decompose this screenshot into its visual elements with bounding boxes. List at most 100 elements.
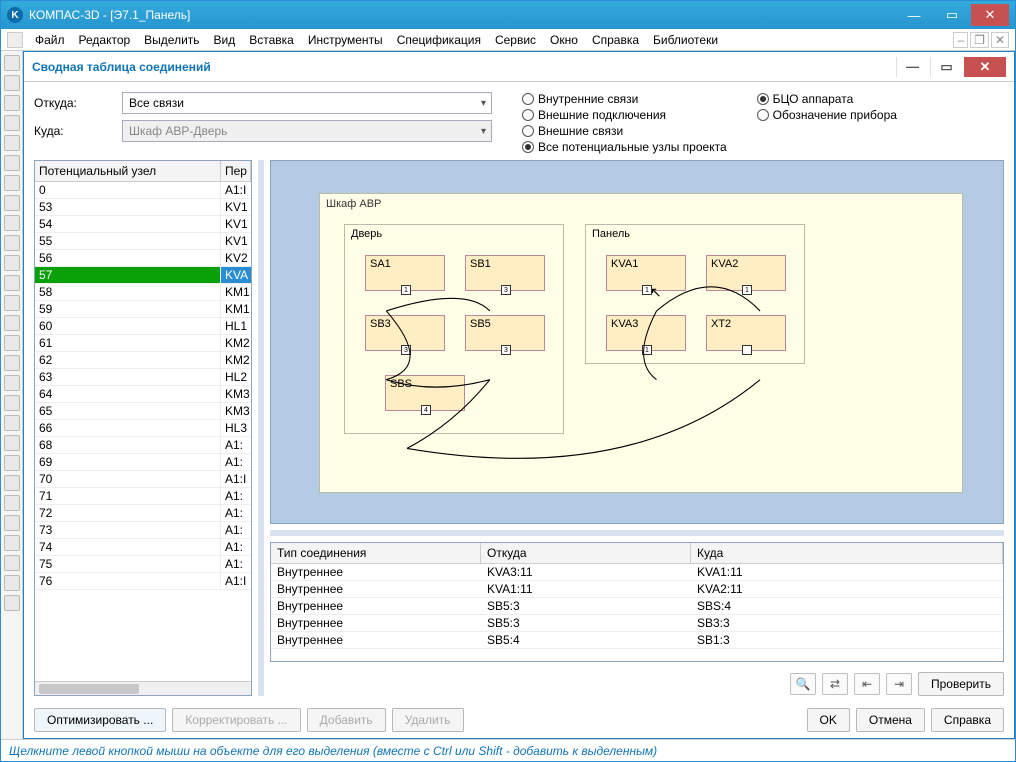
tool-icon[interactable] xyxy=(4,455,20,471)
menu-libs[interactable]: Библиотеки xyxy=(647,31,724,49)
from-combo[interactable]: Все связи xyxy=(122,92,492,114)
mdi-restore-icon[interactable]: ❐ xyxy=(970,32,989,48)
mdi-min-icon[interactable]: – xyxy=(953,32,968,48)
device[interactable]: SB33 xyxy=(365,315,445,351)
table-row[interactable]: 0A1:I xyxy=(35,182,251,199)
table-row[interactable]: 57KVA xyxy=(35,267,251,284)
conn-row[interactable]: ВнутреннееKVA1:11KVA2:11 xyxy=(271,581,1003,598)
menu-file[interactable]: Файл xyxy=(29,31,71,49)
table-row[interactable]: 61KM2 xyxy=(35,335,251,352)
radio-device-designation[interactable] xyxy=(757,109,769,121)
table-row[interactable]: 74A1: xyxy=(35,539,251,556)
radio-internal[interactable] xyxy=(522,93,534,105)
table-scrollbar[interactable] xyxy=(35,681,251,695)
tool-icon[interactable] xyxy=(4,95,20,111)
tool-icon[interactable] xyxy=(4,175,20,191)
indent-right-icon[interactable]: ⇥ xyxy=(886,673,912,695)
close-button[interactable]: ✕ xyxy=(971,4,1009,26)
device[interactable]: KVA31 xyxy=(606,315,686,351)
swap-icon[interactable]: ⇄ xyxy=(822,673,848,695)
tool-icon[interactable] xyxy=(4,395,20,411)
tool-icon[interactable] xyxy=(4,75,20,91)
indent-left-icon[interactable]: ⇤ xyxy=(854,673,880,695)
table-row[interactable]: 76A1:I xyxy=(35,573,251,590)
conn-row[interactable]: ВнутреннееSB5:4SB1:3 xyxy=(271,632,1003,649)
device[interactable]: SB13 xyxy=(465,255,545,291)
tool-icon[interactable] xyxy=(4,275,20,291)
tool-icon[interactable] xyxy=(4,515,20,531)
menu-window[interactable]: Окно xyxy=(544,31,584,49)
tool-icon[interactable] xyxy=(4,135,20,151)
table-row[interactable]: 63HL2 xyxy=(35,369,251,386)
table-row[interactable]: 73A1: xyxy=(35,522,251,539)
menu-insert[interactable]: Вставка xyxy=(243,31,300,49)
tool-icon[interactable] xyxy=(4,475,20,491)
tool-icon[interactable] xyxy=(4,55,20,71)
tool-icon[interactable] xyxy=(4,235,20,251)
mdi-close-icon[interactable]: ✕ xyxy=(991,32,1009,48)
tool-icon[interactable] xyxy=(4,575,20,591)
tool-icon[interactable] xyxy=(4,155,20,171)
radio-external-links[interactable] xyxy=(522,125,534,137)
tool-icon[interactable] xyxy=(4,415,20,431)
table-row[interactable]: 69A1: xyxy=(35,454,251,471)
dialog-maximize-button[interactable]: ▭ xyxy=(930,57,962,77)
tool-icon[interactable] xyxy=(4,115,20,131)
horizontal-splitter[interactable] xyxy=(270,530,1004,536)
device[interactable]: KVA21 xyxy=(706,255,786,291)
cancel-button[interactable]: Отмена xyxy=(856,708,925,732)
device[interactable]: SA11 xyxy=(365,255,445,291)
table-row[interactable]: 60HL1 xyxy=(35,318,251,335)
tool-icon[interactable] xyxy=(4,195,20,211)
check-button[interactable]: Проверить xyxy=(918,672,1004,696)
table-row[interactable]: 53KV1 xyxy=(35,199,251,216)
tool-icon[interactable] xyxy=(4,595,20,611)
table-row[interactable]: 62KM2 xyxy=(35,352,251,369)
tool-icon[interactable] xyxy=(4,295,20,311)
outer-titlebar[interactable]: K КОМПАС-3D - [Э7.1_Панель] — ▭ ✕ xyxy=(1,1,1015,29)
help-button[interactable]: Справка xyxy=(931,708,1004,732)
device[interactable]: SB53 xyxy=(465,315,545,351)
table-row[interactable]: 66HL3 xyxy=(35,420,251,437)
menu-select[interactable]: Выделить xyxy=(138,31,205,49)
vertical-splitter[interactable] xyxy=(258,160,264,696)
table-row[interactable]: 58KM1 xyxy=(35,284,251,301)
device[interactable]: SBS4 xyxy=(385,375,465,411)
table-row[interactable]: 64KM3 xyxy=(35,386,251,403)
table-row[interactable]: 75A1: xyxy=(35,556,251,573)
table-row[interactable]: 65KM3 xyxy=(35,403,251,420)
table-row[interactable]: 56KV2 xyxy=(35,250,251,267)
dialog-titlebar[interactable]: Сводная таблица соединений — ▭ ✕ xyxy=(24,52,1014,82)
tool-icon[interactable] xyxy=(4,315,20,331)
menu-view[interactable]: Вид xyxy=(208,31,242,49)
tool-icon[interactable] xyxy=(4,215,20,231)
tool-icon[interactable] xyxy=(4,435,20,451)
conn-row[interactable]: ВнутреннееKVA3:11KVA1:11 xyxy=(271,564,1003,581)
table-row[interactable]: 68A1: xyxy=(35,437,251,454)
menu-service[interactable]: Сервис xyxy=(489,31,542,49)
diagram-canvas[interactable]: Шкаф АВР Дверь SA11 SB13 SB33 SB53 SBS4 xyxy=(270,160,1004,524)
device[interactable]: KVA11 xyxy=(606,255,686,291)
table-row[interactable]: 71A1: xyxy=(35,488,251,505)
conn-row[interactable]: ВнутреннееSB5:3SBS:4 xyxy=(271,598,1003,615)
radio-external-conn[interactable] xyxy=(522,109,534,121)
optimize-button[interactable]: Оптимизировать ... xyxy=(34,708,166,732)
dialog-close-button[interactable]: ✕ xyxy=(964,57,1006,77)
menu-spec[interactable]: Спецификация xyxy=(391,31,487,49)
table-row[interactable]: 59KM1 xyxy=(35,301,251,318)
table-row[interactable]: 55KV1 xyxy=(35,233,251,250)
menu-tools[interactable]: Инструменты xyxy=(302,31,389,49)
radio-all-nodes[interactable] xyxy=(522,141,534,153)
menu-edit[interactable]: Редактор xyxy=(73,31,137,49)
tool-icon[interactable] xyxy=(4,335,20,351)
conn-row[interactable]: ВнутреннееSB5:3SB3:3 xyxy=(271,615,1003,632)
radio-bco[interactable] xyxy=(757,93,769,105)
minimize-button[interactable]: — xyxy=(895,4,933,26)
ok-button[interactable]: OK xyxy=(807,708,850,732)
tool-icon[interactable] xyxy=(4,255,20,271)
menu-help[interactable]: Справка xyxy=(586,31,645,49)
document-icon[interactable] xyxy=(7,32,23,48)
table-row[interactable]: 54KV1 xyxy=(35,216,251,233)
maximize-button[interactable]: ▭ xyxy=(933,4,971,26)
tool-icon[interactable] xyxy=(4,375,20,391)
